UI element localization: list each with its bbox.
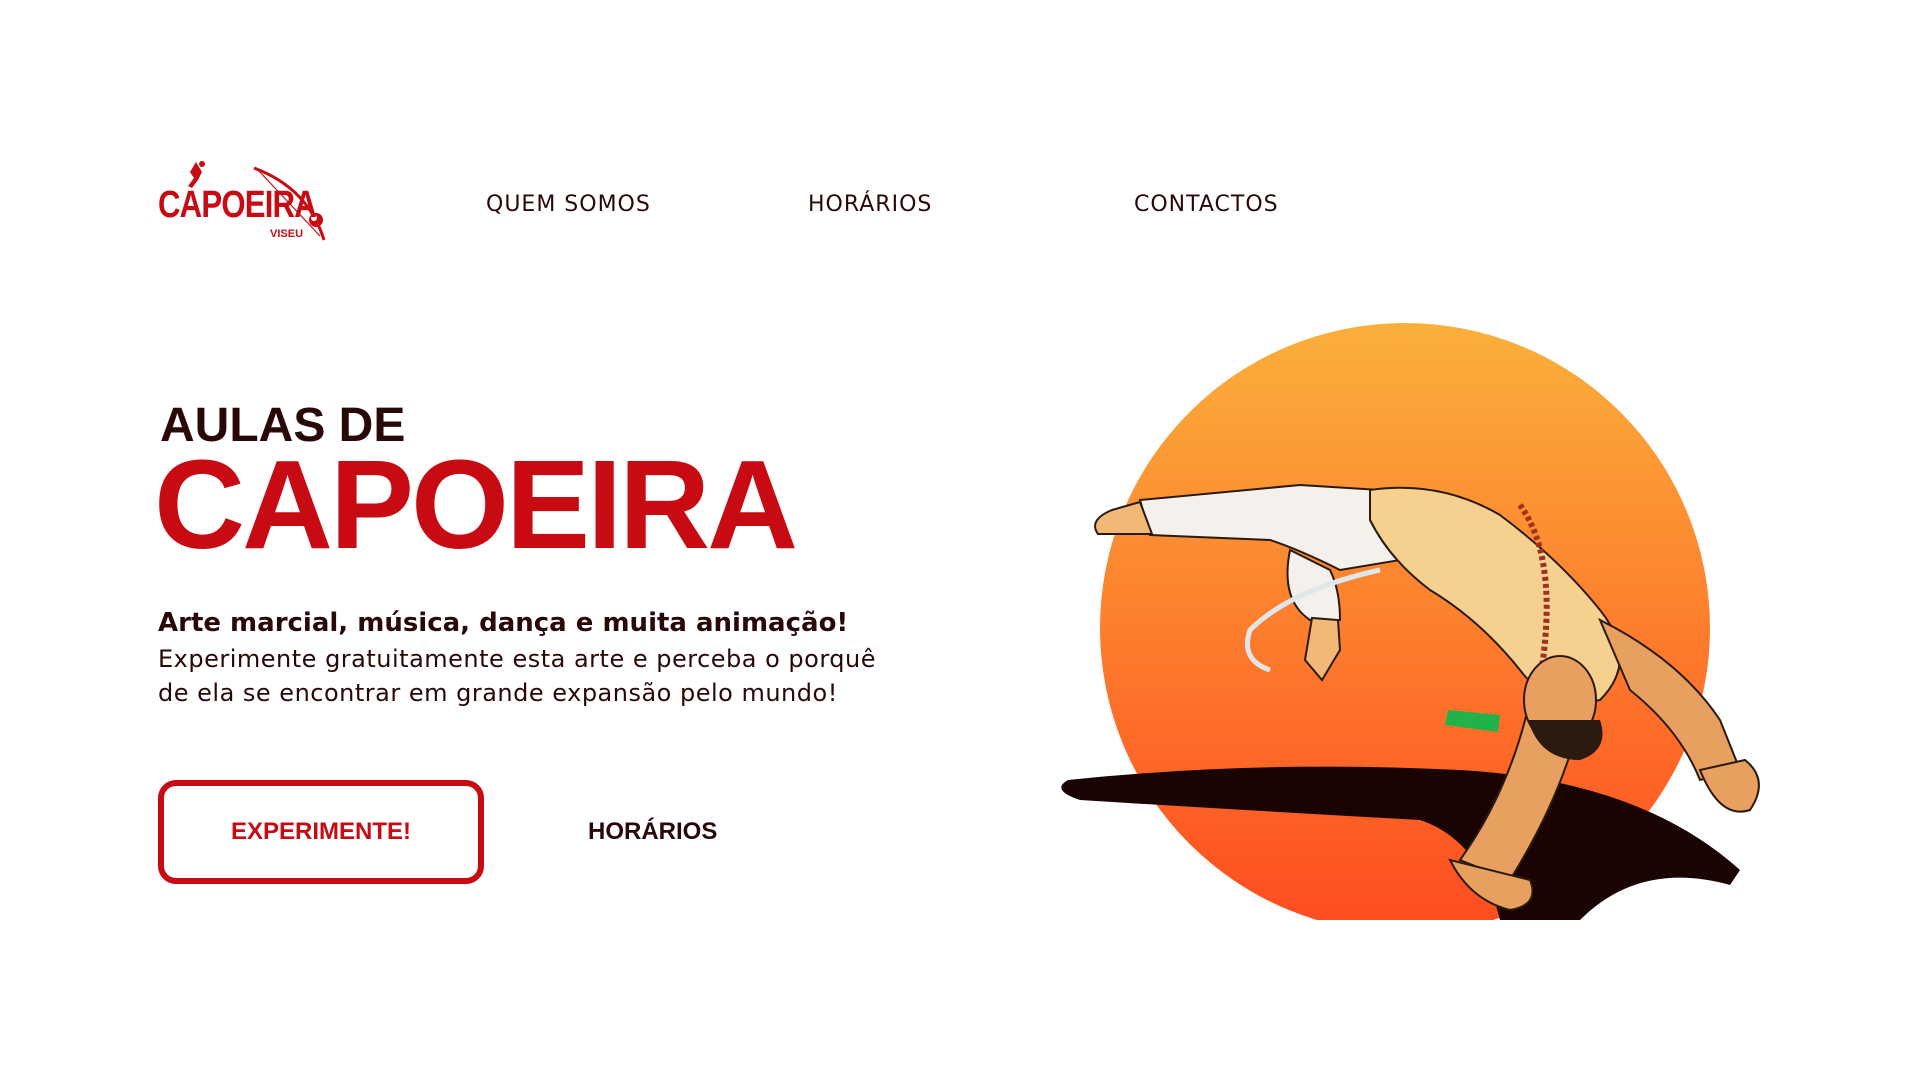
hero-description-line-1: Experimente gratuitamente esta arte e pe… (158, 645, 876, 673)
hero-title: CAPOEIRA (154, 434, 798, 575)
capoeira-viseu-logo[interactable]: CAPOEIRA VISEU (158, 158, 328, 248)
capoeirista-illustration (1061, 323, 1760, 920)
hero-description-line-2: de ela se encontrar em grande expansão p… (158, 679, 838, 707)
logo-wordmark: CAPOEIRA (158, 184, 317, 226)
reaching-hand (1698, 758, 1760, 813)
landing-page: CAPOEIRA VISEU QUEM SOMOS HORÁRIOS CONTA… (0, 0, 1920, 1080)
horarios-button[interactable]: HORÁRIOS (588, 818, 717, 846)
hero-lead: Arte marcial, música, dança e muita anim… (158, 608, 849, 638)
hero-description: Experimente gratuitamente esta arte e pe… (158, 642, 958, 710)
experimente-button[interactable]: EXPERIMENTE! (158, 780, 484, 884)
logo-subtext: VISEU (270, 228, 304, 240)
nav-link-horarios[interactable]: HORÁRIOS (808, 192, 932, 217)
nav-link-quem-somos[interactable]: QUEM SOMOS (486, 192, 651, 217)
nav-link-contactos[interactable]: CONTACTOS (1134, 192, 1279, 217)
